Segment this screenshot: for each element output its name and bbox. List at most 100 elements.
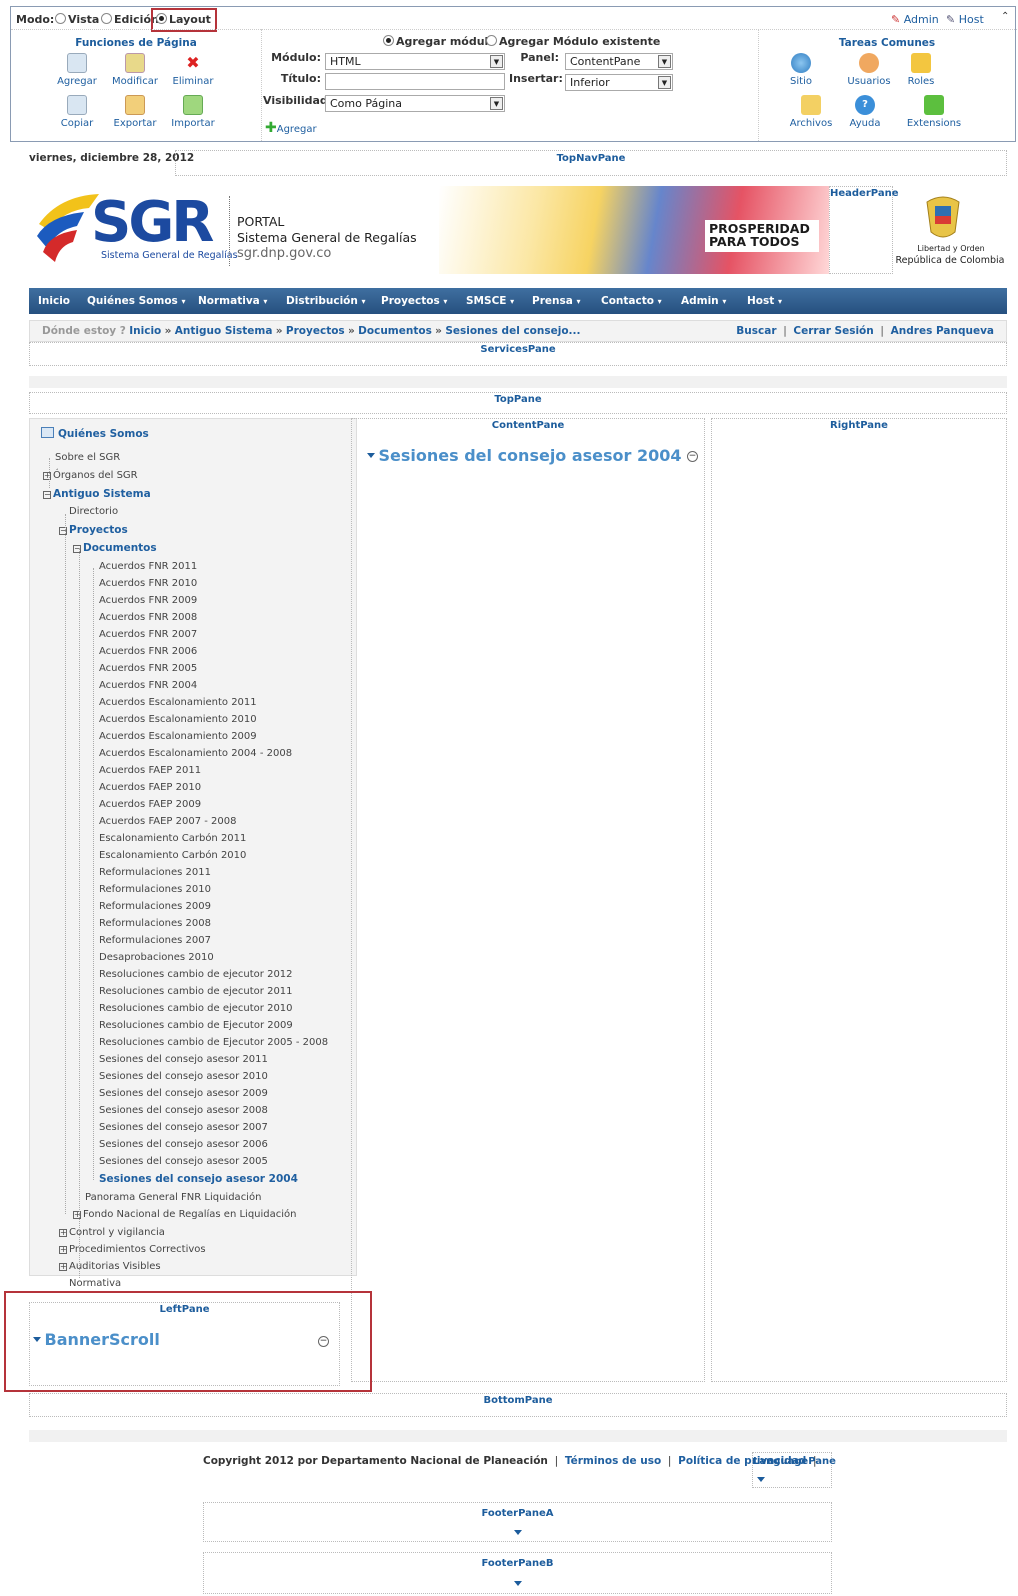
mode-vista[interactable]: Vista — [55, 13, 99, 26]
nav-item-admin[interactable]: Admin ▾ — [681, 295, 726, 307]
add-new-module-option[interactable]: Agregar módulo — [383, 35, 496, 48]
tree-item[interactable]: − Antiguo Sistema — [43, 488, 151, 500]
tree-item[interactable]: Acuerdos Escalonamiento 2004 - 2008 — [99, 748, 292, 759]
tree-item[interactable]: Acuerdos FNR 2008 — [99, 612, 197, 623]
tree-item[interactable]: Reformulaciones 2008 — [99, 918, 211, 929]
nav-item-host[interactable]: Host ▾ — [747, 295, 782, 307]
tree-item[interactable]: Resoluciones cambio de ejecutor 2010 — [99, 1003, 293, 1014]
nav-item-smsce[interactable]: SMSCE ▾ — [466, 295, 514, 307]
expand-icon[interactable]: + — [59, 1246, 67, 1254]
tree-item[interactable]: Reformulaciones 2011 — [99, 867, 211, 878]
files-tool[interactable]: Archivos — [781, 95, 841, 129]
dropdown-arrow-icon[interactable]: ▼ — [658, 76, 671, 89]
collapse-panel-icon[interactable]: ⌃ — [1001, 11, 1009, 22]
help-tool[interactable]: ? Ayuda — [835, 95, 895, 129]
tree-item[interactable]: Sesiones del consejo asesor 2010 — [99, 1071, 268, 1082]
breadcrumb-item[interactable]: Documentos — [358, 325, 432, 337]
export-page-tool[interactable]: Exportar — [105, 95, 165, 129]
tree-item[interactable]: Acuerdos FNR 2007 — [99, 629, 197, 640]
tree-item[interactable]: Acuerdos FNR 2011 — [99, 561, 197, 572]
tree-item[interactable]: + Auditorias Visibles — [59, 1261, 161, 1272]
site-tool[interactable]: Sitio — [771, 53, 831, 87]
dropdown-arrow-icon[interactable]: ▼ — [490, 97, 503, 110]
tree-item[interactable]: Reformulaciones 2010 — [99, 884, 211, 895]
tree-item[interactable]: Sesiones del consejo asesor 2005 — [99, 1156, 268, 1167]
breadcrumb-item[interactable]: Inicio — [129, 325, 161, 337]
radio-selected-icon[interactable] — [383, 35, 394, 46]
tree-item[interactable]: Acuerdos Escalonamiento 2009 — [99, 731, 257, 742]
sgr-logo[interactable]: SGR Sistema General de Regalías — [29, 186, 238, 276]
tree-item[interactable]: Acuerdos FAEP 2010 — [99, 782, 201, 793]
nav-item-inicio[interactable]: Inicio — [38, 295, 70, 307]
breadcrumb-item[interactable]: Antiguo Sistema — [175, 325, 273, 337]
modify-page-tool[interactable]: Modificar — [105, 53, 165, 87]
tree-item[interactable]: − Documentos — [73, 542, 157, 554]
breadcrumb-item[interactable]: Proyectos — [286, 325, 345, 337]
module-menu-arrow-icon[interactable] — [367, 453, 375, 458]
collapse-module-icon[interactable]: − — [687, 451, 698, 462]
tree-item[interactable]: Desaprobaciones 2010 — [99, 952, 214, 963]
tree-item[interactable]: Resoluciones cambio de Ejecutor 2009 — [99, 1020, 293, 1031]
nav-item-prensa[interactable]: Prensa ▾ — [532, 295, 580, 307]
title-input[interactable] — [325, 73, 505, 90]
tree-item[interactable]: Sesiones del consejo asesor 2009 — [99, 1088, 268, 1099]
pane-menu-arrow-icon[interactable] — [757, 1477, 765, 1482]
tree-item[interactable]: Reformulaciones 2007 — [99, 935, 211, 946]
module-select[interactable]: HTML ▼ — [325, 53, 505, 70]
tree-item[interactable]: Acuerdos FNR 2005 — [99, 663, 197, 674]
nav-item-proyectos[interactable]: Proyectos ▾ — [381, 295, 447, 307]
tree-title[interactable]: Quiénes Somos — [41, 427, 149, 440]
tree-item[interactable]: Resoluciones cambio de ejecutor 2012 — [99, 969, 293, 980]
pane-select[interactable]: ContentPane ▼ — [565, 53, 673, 70]
expand-icon[interactable]: + — [59, 1263, 67, 1271]
expand-icon[interactable]: + — [59, 1229, 67, 1237]
tree-item[interactable]: + Procedimientos Correctivos — [59, 1244, 206, 1255]
tree-item[interactable]: Acuerdos FNR 2009 — [99, 595, 197, 606]
host-link[interactable]: ✎ Host — [946, 13, 984, 26]
pane-menu-arrow-icon[interactable] — [514, 1581, 522, 1586]
tree-item[interactable]: + Fondo Nacional de Regalías en Liquidaci… — [73, 1209, 297, 1220]
pane-menu-arrow-icon[interactable] — [514, 1530, 522, 1535]
visibility-select[interactable]: Como Página ▼ — [325, 95, 505, 112]
add-page-tool[interactable]: Agregar — [47, 53, 107, 87]
add-module-button[interactable]: ✚Agregar — [265, 120, 317, 136]
radio-icon[interactable] — [101, 13, 112, 24]
user-profile-link[interactable]: Andres Panqueva — [891, 325, 994, 337]
nav-item-quienes-somos[interactable]: Quiénes Somos ▾ — [87, 295, 185, 307]
copy-page-tool[interactable]: Copiar — [47, 95, 107, 129]
roles-tool[interactable]: Roles — [891, 53, 951, 87]
logout-link[interactable]: Cerrar Sesión — [793, 325, 873, 337]
tree-item[interactable]: Sesiones del consejo asesor 2006 — [99, 1139, 268, 1150]
tree-item[interactable]: Reformulaciones 2009 — [99, 901, 211, 912]
tree-item[interactable]: Escalonamiento Carbón 2010 — [99, 850, 246, 861]
nav-item-contacto[interactable]: Contacto ▾ — [601, 295, 662, 307]
tree-item[interactable]: + Control y vigilancia — [59, 1227, 165, 1238]
tree-item[interactable]: Acuerdos FNR 2006 — [99, 646, 197, 657]
tree-item[interactable]: Acuerdos FAEP 2009 — [99, 799, 201, 810]
import-page-tool[interactable]: Importar — [163, 95, 223, 129]
admin-link[interactable]: ✎ Admin — [891, 13, 939, 26]
users-tool[interactable]: Usuarios — [839, 53, 899, 87]
terms-link[interactable]: Términos de uso — [565, 1455, 661, 1467]
tree-item[interactable]: Sesiones del consejo asesor 2007 — [99, 1122, 268, 1133]
nav-item-distribucion[interactable]: Distribución ▾ — [286, 295, 366, 307]
tree-item[interactable]: Sobre el SGR — [55, 452, 120, 463]
tree-item[interactable]: Sesiones del consejo asesor 2011 — [99, 1054, 268, 1065]
tree-item[interactable]: Acuerdos FNR 2010 — [99, 578, 197, 589]
add-existing-module-option[interactable]: Agregar Módulo existente — [486, 35, 660, 48]
mode-layout[interactable]: Layout — [156, 13, 211, 26]
dropdown-arrow-icon[interactable]: ▼ — [658, 55, 671, 68]
tree-item[interactable]: Sesiones del consejo asesor 2004 — [99, 1173, 298, 1185]
collapse-icon[interactable]: − — [43, 491, 51, 499]
tree-item[interactable]: Acuerdos Escalonamiento 2011 — [99, 697, 257, 708]
tree-item[interactable]: Acuerdos Escalonamiento 2010 — [99, 714, 257, 725]
tree-item[interactable]: Normativa — [69, 1278, 121, 1289]
tree-item[interactable]: Acuerdos FAEP 2007 - 2008 — [99, 816, 237, 827]
breadcrumb-item[interactable]: Sesiones del consejo... — [445, 325, 580, 337]
dropdown-arrow-icon[interactable]: ▼ — [490, 55, 503, 68]
tree-item[interactable]: + Órganos del SGR — [43, 470, 138, 481]
radio-icon[interactable] — [486, 35, 497, 46]
delete-page-tool[interactable]: ✖ Eliminar — [163, 53, 223, 87]
tree-item[interactable]: − Proyectos — [59, 524, 128, 536]
tree-item[interactable]: Directorio — [69, 506, 118, 517]
